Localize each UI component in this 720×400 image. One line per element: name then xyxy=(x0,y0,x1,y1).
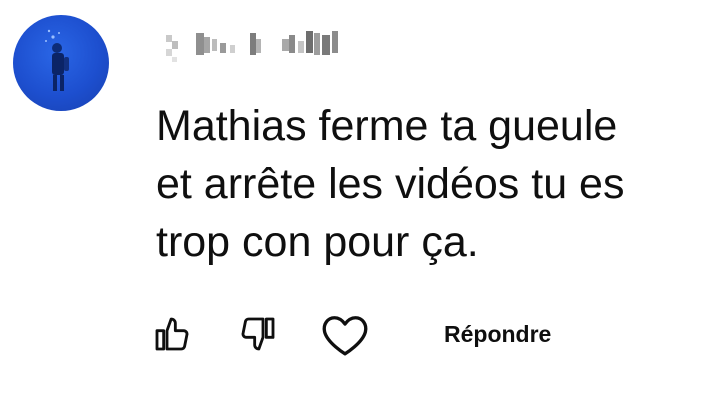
like-button[interactable] xyxy=(150,308,194,360)
dislike-button[interactable] xyxy=(236,308,280,360)
heart-button[interactable] xyxy=(318,308,372,360)
author-name-redacted[interactable] xyxy=(158,27,378,71)
avatar-image xyxy=(45,29,69,91)
thumbs-up-icon xyxy=(155,317,189,351)
heart-icon xyxy=(322,316,368,356)
comment-actions: Répondre xyxy=(150,308,670,360)
avatar[interactable] xyxy=(13,15,109,111)
pixelated-author-name xyxy=(166,31,338,62)
reply-button[interactable]: Répondre xyxy=(444,308,584,360)
comment-card: Mathias ferme ta gueule et arrête les vi… xyxy=(0,0,720,400)
comment-text: Mathias ferme ta gueule et arrête les vi… xyxy=(156,102,625,266)
thumbs-down-icon xyxy=(241,317,275,351)
